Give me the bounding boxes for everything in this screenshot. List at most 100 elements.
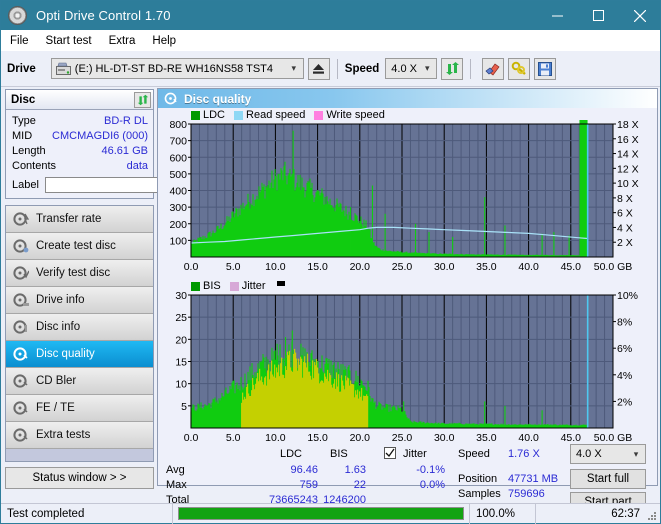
svg-text:15: 15	[175, 357, 187, 369]
minimize-icon[interactable]	[537, 1, 578, 30]
legend-swatch	[234, 110, 244, 120]
sidebar-item-transfer-rate[interactable]: Transfer rate	[6, 206, 153, 233]
resize-grip-icon[interactable]	[647, 511, 657, 521]
svg-text:8 X: 8 X	[617, 193, 633, 205]
disc-row-key: Length	[12, 144, 46, 157]
svg-text:5: 5	[181, 401, 187, 413]
sidebar-item-fe-te[interactable]: FE / TE	[6, 395, 153, 422]
toolbar-divider	[336, 58, 338, 79]
jitter-checkbox[interactable]	[384, 447, 396, 459]
svg-text:600: 600	[169, 152, 187, 164]
keys-icon	[511, 61, 527, 75]
result-speed-select[interactable]: 4.0 X ▾	[570, 444, 646, 464]
title-bar: Opti Drive Control 1.70	[1, 1, 660, 30]
svg-text:10.0: 10.0	[265, 261, 286, 273]
sidebar-item-extra-tests[interactable]: Extra tests	[6, 422, 153, 449]
disc-panel: Disc Type BD-R DL MID CMCMAGDI6 (000) Le…	[5, 89, 247, 199]
svg-text:200: 200	[169, 219, 187, 231]
app-disc-icon	[8, 6, 27, 25]
disc-verify-icon	[13, 266, 29, 280]
disc-info-icon	[13, 320, 27, 334]
svg-text:40.0: 40.0	[518, 432, 539, 444]
disc-row-key: MID	[12, 129, 33, 142]
svg-text:8%: 8%	[617, 317, 632, 329]
svg-text:12 X: 12 X	[617, 163, 639, 175]
sidebar-item-label: FE / TE	[36, 402, 75, 414]
scale-marker-icon	[276, 281, 285, 286]
position-stat-value: 47731 MB	[508, 473, 559, 485]
sidebar-item-label: CD Bler	[36, 375, 77, 387]
chevron-down-icon: ▾	[291, 63, 297, 73]
svg-text:300: 300	[169, 202, 187, 214]
bis-jitter-chart[interactable]: 5 10 15 20 25 30 2% 4% 6% 8% 10% 0.0 5.0 10.0 15.0 20.0…	[158, 291, 657, 446]
position-stat-key: Position	[458, 473, 498, 485]
save-button[interactable]	[534, 57, 557, 80]
disc-quality-card: Disc quality LDC Read speed Write speed …	[157, 88, 658, 512]
svg-text:20.0: 20.0	[350, 432, 371, 444]
content-area: Disc quality LDC Read speed Write speed …	[157, 87, 660, 512]
eject-button[interactable]	[307, 57, 330, 80]
disc-row-type: Type BD-R DL	[12, 113, 148, 128]
sidebar-item-label: Extra tests	[36, 429, 91, 441]
svg-text:20: 20	[175, 334, 187, 346]
svg-text:14 X: 14 X	[617, 149, 639, 161]
toolbar-divider-2	[470, 58, 472, 79]
legend-swatch	[191, 110, 200, 120]
disc-label-row: Label	[12, 175, 247, 194]
disc-row-key: Type	[12, 114, 36, 127]
refresh-icon	[445, 62, 459, 75]
svg-text:25: 25	[175, 312, 187, 324]
drive-label: Drive	[7, 62, 36, 75]
disc-refresh-button[interactable]	[134, 91, 151, 108]
close-icon[interactable]	[619, 1, 660, 30]
charts-region: LDC Read speed Write speed 100 200 300 400 5…	[158, 108, 657, 512]
svg-text:10%: 10%	[617, 291, 638, 302]
keys-button[interactable]	[508, 57, 531, 80]
disc-panel-header: Disc	[6, 90, 153, 110]
disc-bler-icon	[13, 374, 28, 388]
sidebar-item-verify-test-disc[interactable]: Verify test disc	[6, 260, 153, 287]
drive-toolbar: Drive (E:) HL-DT-ST BD-RE WH16NS58 TST4 …	[1, 51, 660, 87]
svg-text:6%: 6%	[617, 343, 632, 355]
refresh-button[interactable]	[441, 57, 464, 80]
svg-text:15.0: 15.0	[307, 261, 328, 273]
disc-create-icon	[13, 239, 29, 253]
disc-row-contents: Contents data	[12, 158, 148, 173]
speed-label: Speed	[344, 62, 380, 75]
sidebar-item-create-test-disc[interactable]: Create test disc	[6, 233, 153, 260]
maximize-icon[interactable]	[578, 1, 619, 30]
disc-row-length: Length 46.61 GB	[12, 143, 148, 158]
ldc-chart[interactable]: 100 200 300 400 500 600 700 800 2 X 4 X 6 X 8 X 10 X…	[158, 120, 657, 275]
menu-item-file[interactable]: File	[10, 35, 29, 47]
svg-text:100: 100	[169, 235, 187, 247]
svg-text:45.0: 45.0	[561, 261, 582, 273]
menu-item-start-test[interactable]: Start test	[46, 35, 92, 47]
speed-value: 4.0 X	[391, 62, 417, 75]
start-full-button[interactable]: Start full	[570, 469, 646, 489]
drive-value: (E:) HL-DT-ST BD-RE WH16NS58 TST4	[74, 62, 274, 75]
menu-item-help[interactable]: Help	[152, 35, 176, 47]
stats-row-max-key: Max	[166, 479, 187, 491]
drive-select[interactable]: (E:) HL-DT-ST BD-RE WH16NS58 TST4 ▾	[50, 58, 304, 79]
erase-button[interactable]	[482, 57, 505, 80]
eject-icon	[313, 63, 325, 74]
speed-stat-key: Speed	[458, 448, 490, 460]
disc-fete-icon	[13, 401, 28, 415]
menu-item-extra[interactable]: Extra	[109, 35, 136, 47]
card-title: Disc quality	[184, 91, 252, 106]
sidebar-item-cd-bler[interactable]: CD Bler	[6, 368, 153, 395]
drive-icon	[55, 62, 71, 75]
status-window-button[interactable]: Status window > >	[5, 467, 154, 489]
status-message: Test completed	[1, 503, 173, 524]
svg-text:2%: 2%	[617, 396, 632, 408]
sidebar-item-disc-info[interactable]: Disc info	[6, 314, 153, 341]
sidebar-item-disc-quality[interactable]: Disc quality	[6, 341, 153, 368]
speed-select[interactable]: 4.0 X ▾	[385, 58, 438, 79]
window-controls	[537, 1, 660, 30]
disc-row-mid: MID CMCMAGDI6 (000)	[12, 128, 148, 143]
svg-text:10 X: 10 X	[617, 178, 639, 190]
svg-text:10.0: 10.0	[265, 432, 286, 444]
save-icon	[538, 61, 553, 76]
sidebar-item-drive-info[interactable]: Drive info	[6, 287, 153, 314]
svg-text:2 X: 2 X	[617, 237, 633, 249]
